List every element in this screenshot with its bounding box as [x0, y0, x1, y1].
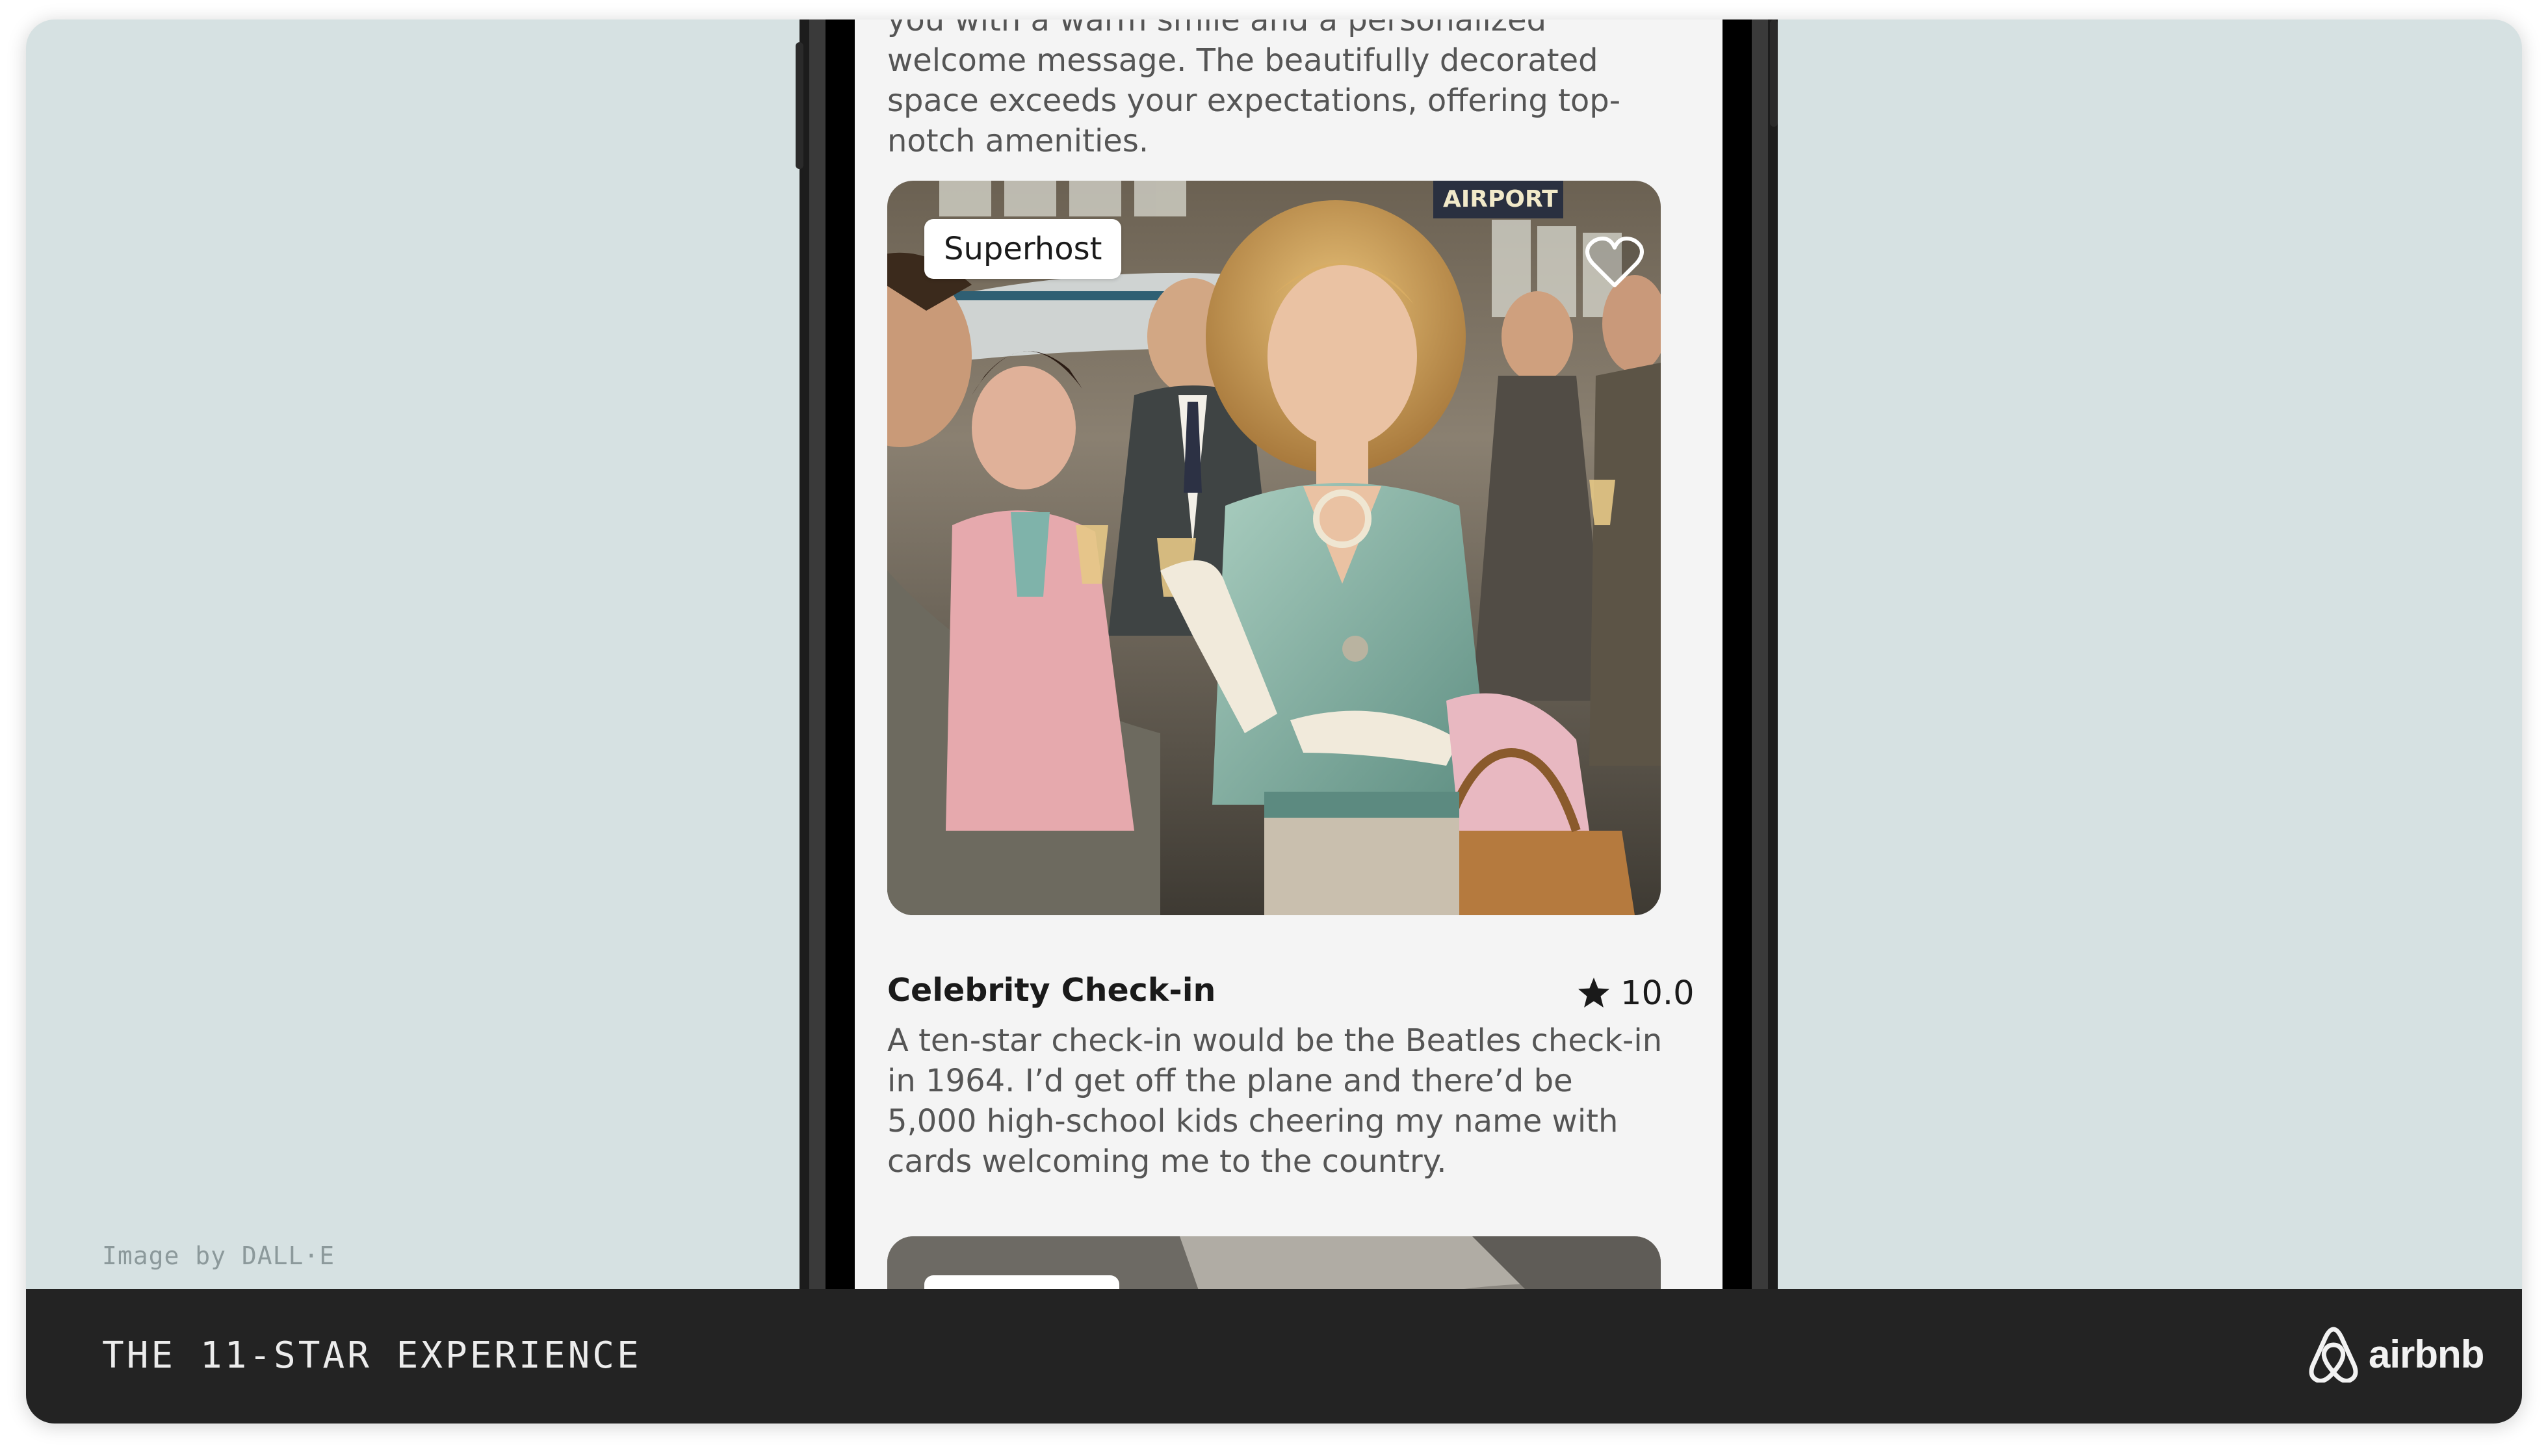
superhost-badge: Superhost: [924, 219, 1122, 279]
card-title[interactable]: Celebrity Check-in: [887, 972, 1216, 1009]
star-icon: [1578, 978, 1609, 1008]
brand-name: airbnb: [2369, 1332, 2484, 1376]
phone-side-button-left: [796, 42, 803, 169]
previous-card-description: you with a warm smile and a personalized…: [887, 20, 1621, 159]
card-photo[interactable]: AIRPORT: [887, 181, 1661, 915]
brand: airbnb: [2308, 1325, 2484, 1383]
airport-sign-text: AIRPORT: [1443, 186, 1558, 213]
image-credit: Image by DALL·E: [102, 1242, 335, 1270]
footer-title: THE 11-STAR EXPERIENCE: [102, 1334, 642, 1377]
heart-icon[interactable]: [1585, 236, 1644, 291]
slide: Image by DALL·E you with a warm smile an…: [26, 20, 2522, 1424]
footer-bar: THE 11-STAR EXPERIENCE airbnb: [26, 1289, 2522, 1424]
rating: 10.0: [1576, 972, 1695, 1015]
airbnb-logo-icon: [2309, 1327, 2358, 1383]
phone-side-button-right: [1770, 20, 1778, 127]
rating-value: 10.0: [1620, 974, 1695, 1013]
card-description: A ten-star check-in would be the Beatles…: [887, 1022, 1663, 1180]
